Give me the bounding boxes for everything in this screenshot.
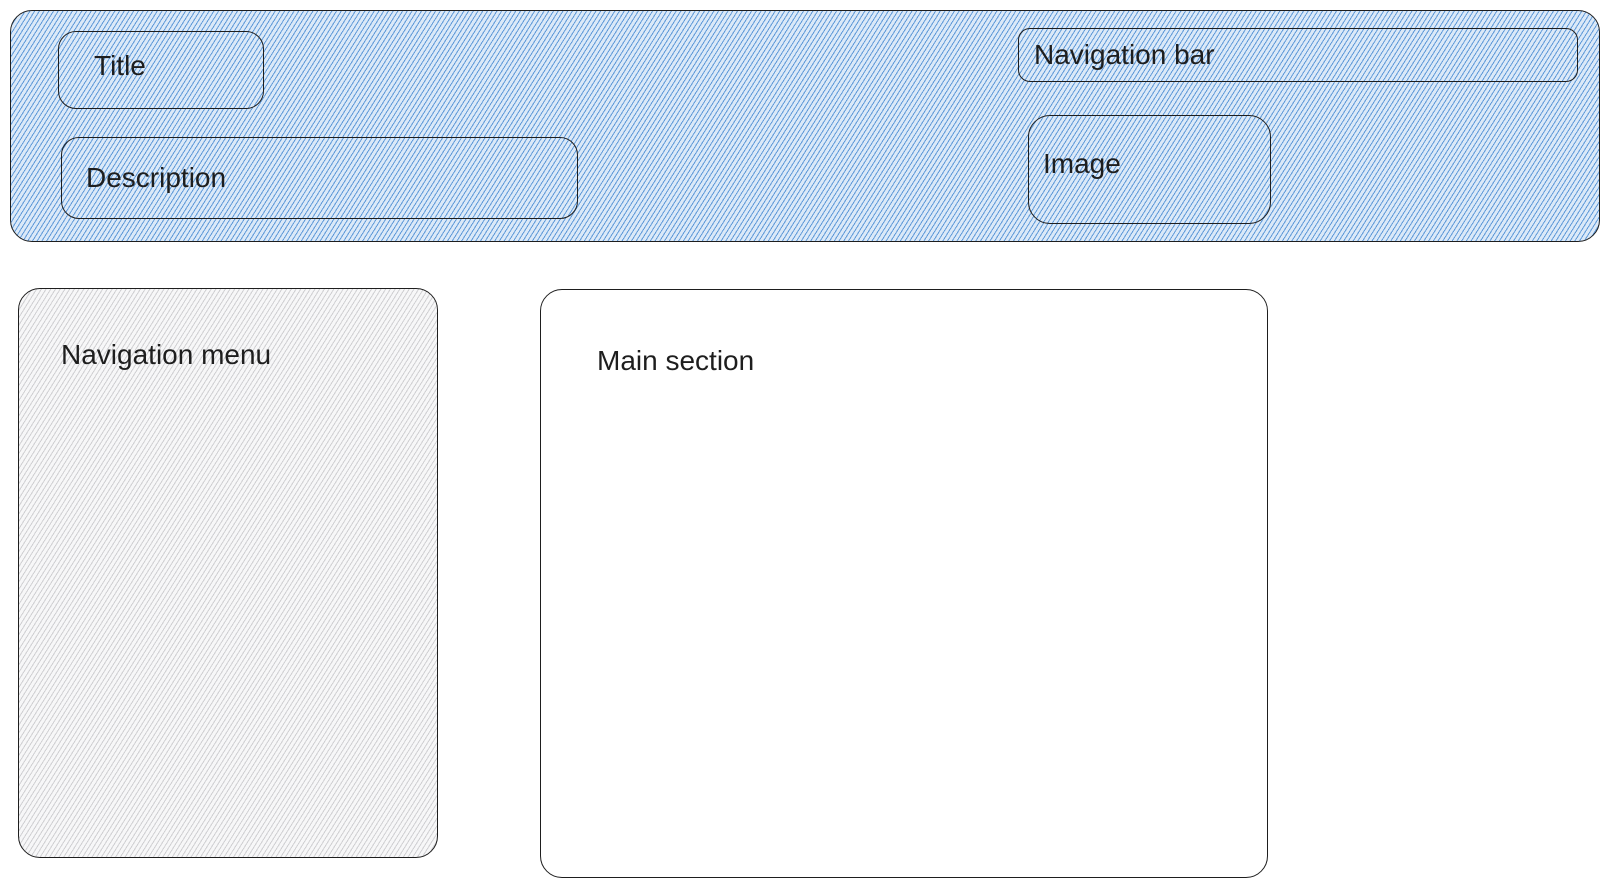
header-block[interactable]: Title Description Navigation bar Image (10, 10, 1600, 242)
wireframe-canvas: Title Description Navigation bar Image N… (0, 0, 1609, 886)
image-box[interactable]: Image (1028, 115, 1271, 224)
image-label: Image (1043, 148, 1121, 179)
description-label: Description (86, 162, 227, 193)
title-label: Title (94, 50, 146, 81)
main-section-label: Main section (597, 345, 755, 376)
main-section-block[interactable]: Main section (540, 289, 1268, 878)
description-box[interactable]: Description (61, 137, 578, 219)
title-box[interactable]: Title (58, 31, 264, 109)
navigation-menu-label: Navigation menu (61, 339, 272, 370)
navigation-bar-box[interactable]: Navigation bar (1018, 28, 1578, 82)
navigation-bar-label: Navigation bar (1034, 39, 1215, 70)
navigation-menu-block[interactable]: Navigation menu (18, 288, 438, 858)
